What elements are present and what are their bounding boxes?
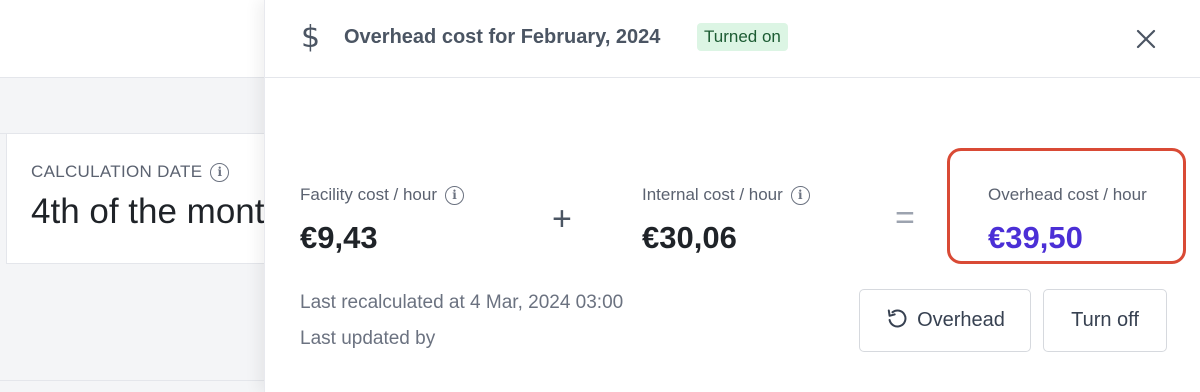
overhead-cost-label: Overhead cost / hour <box>988 185 1147 204</box>
calculation-date-value: 4th of the month <box>31 192 284 231</box>
overhead-cost-value: €39,50 <box>988 220 1083 255</box>
status-badge: Turned on <box>697 23 788 51</box>
equals-operator: = <box>895 199 915 237</box>
divider <box>0 380 300 381</box>
last-updated-text: Last updated by <box>300 328 436 349</box>
internal-cost-value: €30,06 <box>642 220 737 255</box>
recalculate-overhead-button[interactable]: Overhead <box>859 289 1031 352</box>
facility-cost-metric: Facility cost / hour i €9,43 <box>300 184 464 256</box>
info-icon[interactable]: i <box>445 185 464 205</box>
last-recalculated-text: Last recalculated at 4 Mar, 2024 03:00 <box>300 292 624 313</box>
calculation-date-label-row: CALCULATION DATE i <box>31 162 230 182</box>
internal-cost-label: Internal cost / hour <box>642 185 783 204</box>
page-lower-area <box>0 264 300 392</box>
calculation-date-label: CALCULATION DATE <box>31 162 203 181</box>
internal-cost-metric: Internal cost / hour i €30,06 <box>642 184 810 256</box>
dollar-icon: $ <box>301 20 321 55</box>
drawer-title: Overhead cost for February, 2024 <box>344 26 661 48</box>
close-icon[interactable] <box>1131 24 1161 54</box>
info-icon[interactable]: i <box>790 185 810 205</box>
info-icon[interactable]: i <box>210 162 230 182</box>
refresh-icon <box>885 306 909 336</box>
facility-cost-label-row: Facility cost / hour i <box>300 184 464 206</box>
recalculate-overhead-label: Overhead <box>917 309 1005 331</box>
calculation-date-card: CALCULATION DATE i 4th of the month <box>6 134 306 264</box>
internal-cost-label-row: Internal cost / hour i <box>642 184 810 206</box>
plus-operator: + <box>552 200 572 238</box>
facility-cost-label: Facility cost / hour <box>300 185 437 204</box>
drawer-header: $ Overhead cost for February, 2024 Turne… <box>265 0 1200 78</box>
overhead-cost-drawer: $ Overhead cost for February, 2024 Turne… <box>264 0 1200 392</box>
facility-cost-value: €9,43 <box>300 220 378 255</box>
overhead-cost-metric: Overhead cost / hour €39,50 <box>988 184 1147 256</box>
turn-off-button[interactable]: Turn off <box>1043 289 1167 352</box>
